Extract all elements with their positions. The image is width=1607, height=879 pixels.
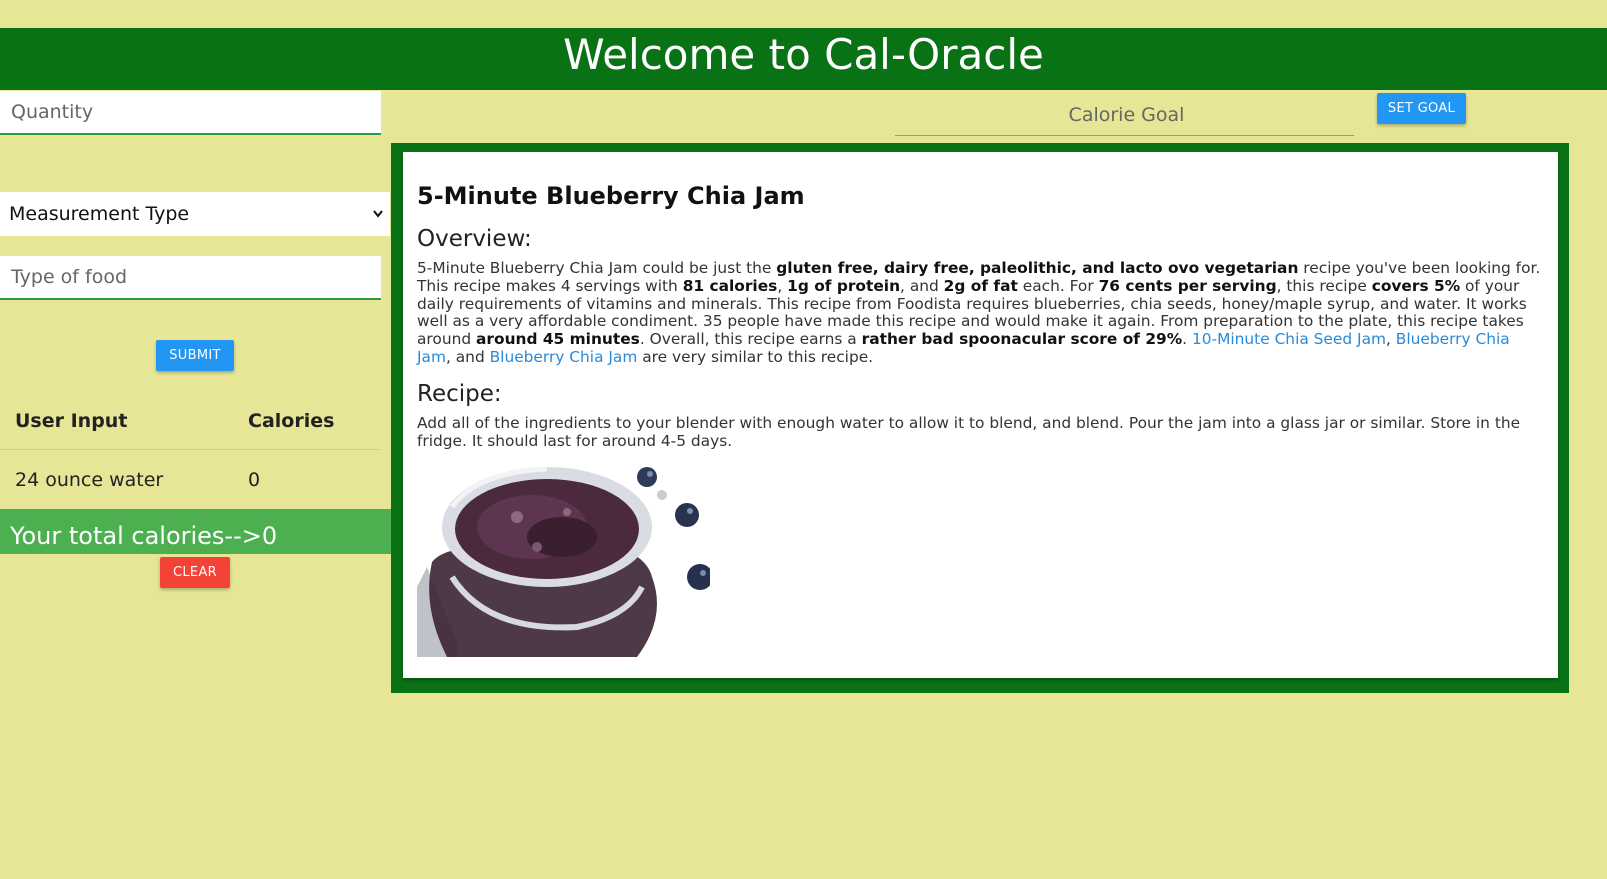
overview-segment: . — [1182, 330, 1192, 349]
food-type-field[interactable] — [0, 256, 381, 300]
table-row: 24 ounce water 0 — [0, 459, 380, 503]
quantity-input[interactable] — [0, 91, 381, 133]
app-page: Welcome to Cal-Oracle Measurement Type S… — [0, 0, 1607, 879]
recipe-card: 5-Minute Blueberry Chia Jam Overview: 5-… — [403, 152, 1558, 678]
calorie-goal-input[interactable] — [895, 92, 1358, 137]
app-header: Welcome to Cal-Oracle — [0, 28, 1607, 90]
set-goal-button[interactable]: SET GOAL — [1377, 93, 1466, 124]
quantity-field[interactable] — [0, 91, 381, 135]
similar-recipe-link[interactable]: Blueberry Chia Jam — [490, 348, 638, 366]
calorie-goal-field[interactable] — [895, 92, 1358, 137]
page-title: Welcome to Cal-Oracle — [563, 30, 1044, 79]
column-header-user-input: User Input — [15, 410, 128, 432]
overview-fat: 2g of fat — [943, 276, 1018, 295]
similar-recipe-link[interactable]: 10-Minute Chia Seed Jam — [1192, 330, 1386, 348]
overview-segment: 5-Minute Blueberry Chia Jam could be jus… — [417, 259, 777, 277]
total-calories-bar: Your total calories-->0 — [0, 509, 391, 554]
overview-heading: Overview: — [417, 226, 532, 252]
recipe-title: 5-Minute Blueberry Chia Jam — [417, 182, 805, 210]
row-user-input: 24 ounce water — [15, 469, 164, 491]
recipe-content: 5-Minute Blueberry Chia Jam Overview: 5-… — [417, 180, 1545, 462]
total-calories-text: Your total calories-->0 — [10, 522, 278, 550]
overview-segment: . Overall, this recipe earns a — [639, 330, 862, 349]
overview-text: 5-Minute Blueberry Chia Jam could be jus… — [417, 259, 1545, 367]
measurement-type-select[interactable]: Measurement Type — [0, 192, 390, 236]
overview-segment: each. For — [1017, 276, 1099, 295]
chevron-down-icon — [372, 192, 384, 254]
recipe-heading: Recipe: — [417, 380, 502, 407]
overview-segment: , — [1386, 330, 1396, 349]
overview-segment: , this recipe — [1276, 276, 1372, 295]
measurement-type-value: Measurement Type — [9, 203, 190, 225]
recipe-panel: 5-Minute Blueberry Chia Jam Overview: 5-… — [391, 143, 1569, 693]
overview-protein: 1g of protein — [787, 276, 901, 295]
overview-price: 76 cents per serving — [1098, 276, 1277, 295]
overview-coverage: covers 5% — [1371, 276, 1461, 295]
recipe-image — [417, 467, 710, 657]
column-header-calories: Calories — [248, 410, 335, 432]
overview-time: around 45 minutes — [476, 330, 640, 349]
clear-button[interactable]: CLEAR — [160, 557, 230, 588]
overview-diets: gluten free, dairy free, paleolithic, an… — [776, 259, 1299, 277]
submit-button[interactable]: SUBMIT — [156, 340, 234, 371]
overview-segment: are very similar to this recipe. — [637, 347, 874, 366]
food-type-input[interactable] — [0, 256, 381, 298]
overview-segment: , — [777, 276, 788, 295]
overview-segment: , and — [445, 347, 490, 366]
overview-score: rather bad spoonacular score of 29% — [861, 330, 1183, 349]
overview-segment: , and — [900, 276, 944, 295]
calorie-table-header: User Input Calories — [0, 400, 380, 450]
row-calories: 0 — [248, 469, 261, 491]
overview-calories: 81 calories — [682, 276, 778, 295]
recipe-instructions: Add all of the ingredients to your blend… — [417, 413, 1521, 450]
